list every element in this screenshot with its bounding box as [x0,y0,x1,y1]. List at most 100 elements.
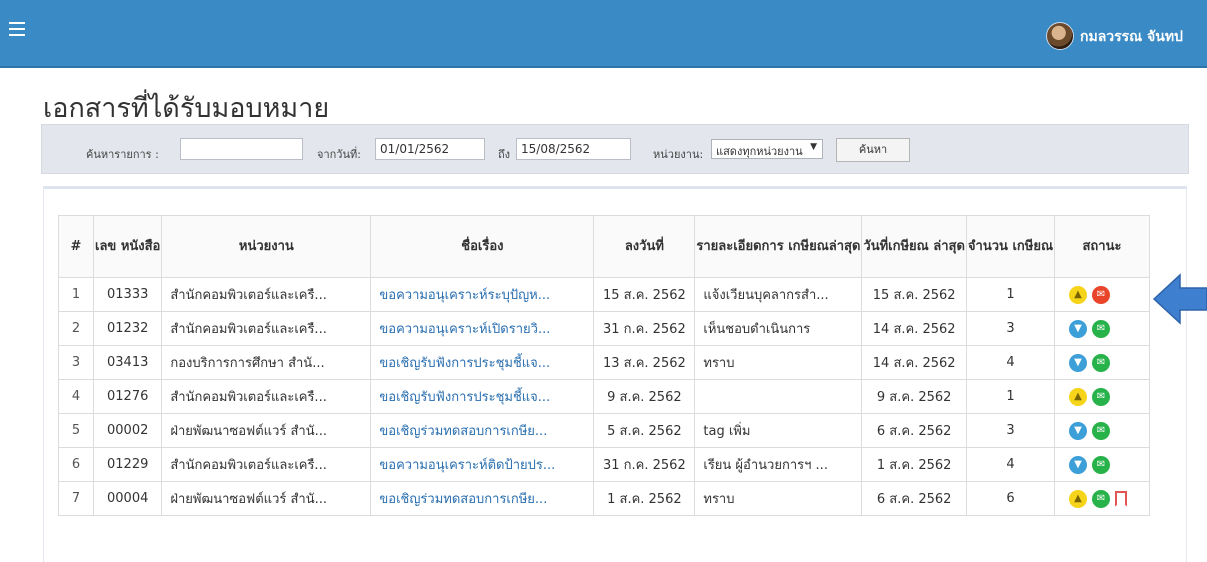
search-label: ค้นหารายการ : [86,148,159,161]
row-detail: ทราบ [694,345,863,380]
col-header-doc-no: เลข หนังสือ [92,215,163,278]
envelope-icon[interactable]: ✉ [1092,387,1110,406]
row-last-date: 15 ส.ค. 2562 [861,277,967,312]
row-unit: สำนักคอมพิวเตอร์และเครื... [161,311,372,346]
row-subject-link[interactable]: ขอเชิญร่วมทดสอบการเกษีย... [370,413,595,448]
row-number: 4 [58,379,94,414]
row-detail: แจ้งเวียนบุคลากรสำ... [694,277,863,312]
col-header-last-date: วันที่เกษียณ ล่าสุด [861,215,967,278]
page-title: เอกสารที่ได้รับมอบหมาย [43,93,330,124]
search-input[interactable] [180,138,303,160]
row-count: 6 [965,481,1056,516]
user-avatar[interactable] [1046,22,1074,50]
row-doc-number: 01333 [92,277,163,312]
envelope-icon[interactable]: ✉ [1092,319,1110,338]
row-status: ▲ ✉ [1054,277,1150,312]
row-unit: สำนักคอมพิวเตอร์และเครื... [161,277,372,312]
row-doc-number: 00002 [92,413,163,448]
row-detail: เรียน ผู้อำนวยการฯ ... [694,447,863,482]
documents-table: # เลข หนังสือ หน่วยงาน ชื่อเรื่อง ลงวันท… [58,215,1150,516]
row-number: 7 [58,481,94,516]
row-detail [694,379,863,414]
row-count: 3 [965,413,1056,448]
to-date-label: ถึง [498,148,511,161]
row-date: 15 ส.ค. 2562 [593,277,696,312]
row-date: 1 ส.ค. 2562 [593,481,696,516]
row-date: 5 ส.ค. 2562 [593,413,696,448]
search-button[interactable]: ค้นหา [836,138,910,162]
row-status: ▼ ✉ [1054,345,1150,380]
row-count: 4 [965,345,1056,380]
documents-table-panel: # เลข หนังสือ หน่วยงาน ชื่อเรื่อง ลงวันท… [43,186,1187,562]
chevron-down-icon[interactable]: ▼ [1069,319,1087,338]
row-doc-number: 01276 [92,379,163,414]
envelope-icon[interactable]: ✉ [1092,489,1110,508]
hamburger-menu-icon[interactable] [9,22,25,36]
from-date-label: จากวันที่: [317,148,361,161]
col-header-no: # [58,215,94,278]
row-last-date: 6 ส.ค. 2562 [861,413,967,448]
row-unit: กองบริการการศึกษา สำนั... [161,345,372,380]
row-unit: สำนักคอมพิวเตอร์และเครื... [161,447,372,482]
row-doc-number: 00004 [92,481,163,516]
row-date: 13 ส.ค. 2562 [593,345,696,380]
col-header-unit: หน่วยงาน [161,215,372,278]
row-last-date: 6 ส.ค. 2562 [861,481,967,516]
row-date: 31 ก.ค. 2562 [593,311,696,346]
bookmark-icon[interactable] [1115,490,1127,507]
row-subject-link[interactable]: ขอความอนุเคราะห์เปิดรายวิ... [370,311,595,346]
table-row[interactable]: 6 01229 สำนักคอมพิวเตอร์และเครื... ขอความอน… [58,447,1150,482]
table-header-row: # เลข หนังสือ หน่วยงาน ชื่อเรื่อง ลงวันท… [58,215,1150,278]
left-pointer-arrow-icon [1152,273,1207,325]
row-count: 3 [965,311,1056,346]
row-status: ▼ ✉ [1054,311,1150,346]
row-subject-link[interactable]: ขอความอนุเคราะห์ระบุปัญห... [370,277,595,312]
row-last-date: 1 ส.ค. 2562 [861,447,967,482]
col-header-detail: รายละเอียดการ เกษียณล่าสุด [694,215,863,278]
row-count: 4 [965,447,1056,482]
row-subject-link[interactable]: ขอเชิญรับฟังการประชุมชี้แจ... [370,345,595,380]
unit-select[interactable]: แสดงทุกหน่วยงาน ▼ [711,139,823,159]
row-number: 2 [58,311,94,346]
envelope-icon[interactable]: ✉ [1092,421,1110,440]
chevron-up-icon[interactable]: ▲ [1069,489,1087,508]
table-row[interactable]: 4 01276 สำนักคอมพิวเตอร์และเครื... ขอเชิญรั… [58,379,1150,414]
row-subject-link[interactable]: ขอเชิญร่วมทดสอบการเกษีย... [370,481,595,516]
row-unit: สำนักคอมพิวเตอร์และเครื... [161,379,372,414]
row-last-date: 14 ส.ค. 2562 [861,345,967,380]
chevron-up-icon[interactable]: ▲ [1069,285,1087,304]
from-date-input[interactable] [375,138,485,160]
row-subject-link[interactable]: ขอเชิญรับฟังการประชุมชี้แจ... [370,379,595,414]
row-number: 6 [58,447,94,482]
col-header-status: สถานะ [1054,215,1150,278]
row-number: 1 [58,277,94,312]
user-name[interactable]: กมลวรรณ จันทป [1080,26,1183,48]
to-date-input[interactable] [516,138,631,160]
chevron-down-icon[interactable]: ▼ [1069,353,1087,372]
row-unit: ฝ่ายพัฒนาซอฟต์แวร์ สำนั... [161,413,372,448]
row-doc-number: 01232 [92,311,163,346]
table-row[interactable]: 3 03413 กองบริการการศึกษา สำนั... ขอเชิญรับ… [58,345,1150,380]
row-detail: tag เพิ่ม [694,413,863,448]
row-last-date: 9 ส.ค. 2562 [861,379,967,414]
row-number: 5 [58,413,94,448]
table-row[interactable]: 2 01232 สำนักคอมพิวเตอร์และเครื... ขอความอน… [58,311,1150,346]
unit-filter-label: หน่วยงาน: [653,148,704,161]
table-row[interactable]: 7 00004 ฝ่ายพัฒนาซอฟต์แวร์ สำนั... ขอเชิญร่… [58,481,1150,516]
top-navbar: กมลวรรณ จันทป [0,0,1207,68]
row-unit: ฝ่ายพัฒนาซอฟต์แวร์ สำนั... [161,481,372,516]
chevron-down-icon[interactable]: ▼ [1069,455,1087,474]
envelope-icon[interactable]: ✉ [1092,353,1110,372]
row-count: 1 [965,277,1056,312]
row-date: 9 ส.ค. 2562 [593,379,696,414]
chevron-up-icon[interactable]: ▲ [1069,387,1087,406]
row-number: 3 [58,345,94,380]
table-row[interactable]: 5 00002 ฝ่ายพัฒนาซอฟต์แวร์ สำนั... ขอเชิญร่… [58,413,1150,448]
envelope-icon[interactable]: ✉ [1092,285,1110,304]
envelope-icon[interactable]: ✉ [1092,455,1110,474]
chevron-down-icon[interactable]: ▼ [1069,421,1087,440]
row-status: ▲ ✉ [1054,481,1150,516]
row-subject-link[interactable]: ขอความอนุเคราะห์ติดป้ายปร... [370,447,595,482]
table-row[interactable]: 1 01333 สำนักคอมพิวเตอร์และเครื... ขอความอน… [58,277,1150,312]
row-status: ▲ ✉ [1054,379,1150,414]
